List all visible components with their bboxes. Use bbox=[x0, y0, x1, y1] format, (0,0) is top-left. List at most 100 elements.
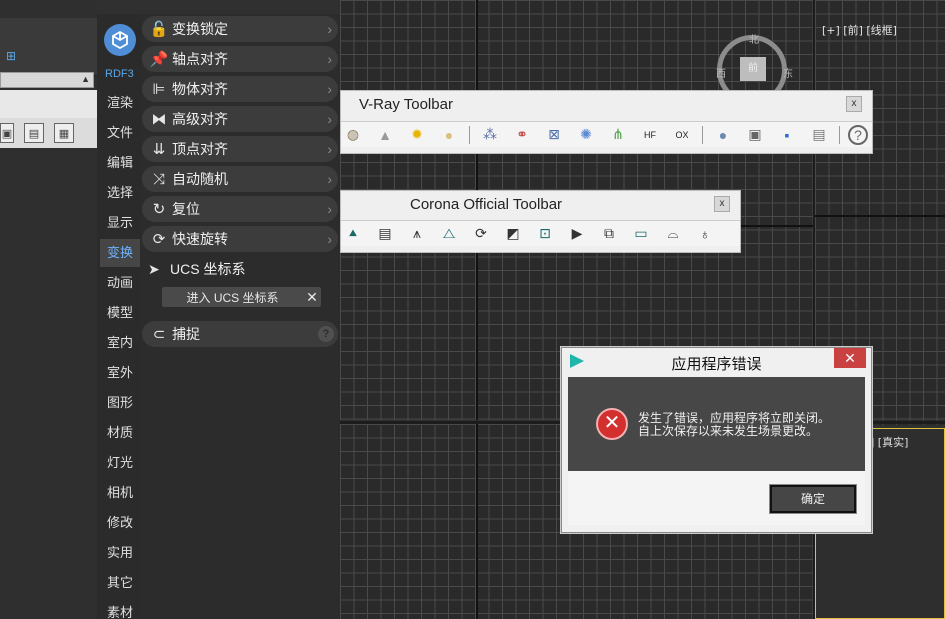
viewcube-face[interactable]: 前 bbox=[740, 57, 766, 81]
gear-flower-icon[interactable]: ✺ bbox=[574, 124, 598, 146]
plane-icon[interactable]: ⊠ bbox=[542, 124, 566, 146]
snap-menu-item[interactable]: ⊂ 捕捉 ? bbox=[142, 321, 338, 347]
category-item-model[interactable]: 模型 bbox=[100, 299, 140, 327]
category-item-transform[interactable]: 变换 bbox=[100, 239, 140, 267]
hair-icon[interactable]: HF bbox=[638, 124, 662, 146]
render-icon[interactable]: ▪ bbox=[775, 124, 799, 146]
enter-ucs-button[interactable]: 进入 UCS 坐标系 ✕ bbox=[162, 287, 321, 307]
render-seq-icon[interactable]: ▶ bbox=[565, 223, 589, 245]
cone-icon[interactable]: ▲ bbox=[373, 124, 397, 146]
vray-toolbar-icons: ◍ ▲ ✹ ● ⁂ ⚭ ⊠ ✺ ⋔ HF OX ● ▣ ▪ ▤? bbox=[341, 121, 872, 147]
dome-light-icon[interactable]: ● bbox=[437, 124, 461, 146]
submenu-item-quick-rotate[interactable]: ⟳ 快速旋转 › bbox=[142, 226, 338, 252]
category-item-select[interactable]: 选择 bbox=[100, 179, 140, 207]
ucs-title-label: UCS 坐标系 bbox=[170, 261, 246, 277]
pin-icon: 📌 bbox=[149, 51, 169, 68]
sun-icon[interactable]: ✹ bbox=[405, 124, 429, 146]
vertex-align-icon: ⇊ bbox=[152, 141, 166, 158]
interactive-icon[interactable]: ⊡ bbox=[533, 223, 557, 245]
lamp-icon[interactable]: ⌓ bbox=[661, 223, 685, 245]
chevron-right-icon: › bbox=[327, 141, 332, 157]
chevron-right-icon: › bbox=[327, 21, 332, 37]
category-item-assets[interactable]: 素材 bbox=[100, 599, 140, 619]
snap-label: 捕捉 bbox=[172, 326, 200, 342]
dropdown-arrow-icon[interactable]: ▲ bbox=[81, 74, 90, 84]
light-lister-icon[interactable]: ▣ bbox=[743, 124, 767, 146]
category-item-edit[interactable]: 编辑 bbox=[100, 149, 140, 177]
toolbar-separator bbox=[469, 125, 470, 144]
sphere-mesh-icon[interactable]: ◍ bbox=[341, 124, 365, 146]
chevron-right-icon: › bbox=[327, 111, 332, 127]
category-item-exterior[interactable]: 室外 bbox=[100, 359, 140, 387]
grid-table-icon[interactable]: ▦ bbox=[54, 123, 74, 143]
ok-button[interactable]: 确定 bbox=[769, 484, 857, 514]
submenu-item-pivot-align[interactable]: 📌 轴点对齐 › bbox=[142, 46, 338, 72]
toolbar-separator bbox=[839, 125, 840, 144]
viewport-front-label[interactable]: [+] [前] [线框] bbox=[822, 22, 897, 38]
grass-icon[interactable]: ⋔ bbox=[606, 124, 630, 146]
vray-toolbar-close-button[interactable]: x bbox=[846, 96, 862, 112]
submenu-item-advanced-align[interactable]: ⧓ 高级对齐 › bbox=[142, 106, 338, 132]
vfb-icon[interactable]: ▤ bbox=[807, 124, 831, 146]
left-panel-dropdown[interactable]: ▲ bbox=[0, 72, 94, 88]
tree-icon[interactable]: ⯅ bbox=[341, 223, 365, 245]
bulb-icon[interactable]: ♁ bbox=[693, 223, 717, 245]
category-item-utilities[interactable]: 实用 bbox=[100, 539, 140, 567]
viewcube-east: 东 bbox=[783, 69, 793, 80]
category-item-display[interactable]: 显示 bbox=[100, 209, 140, 237]
sphere-icon[interactable]: ● bbox=[711, 124, 735, 146]
submenu-item-label: 轴点对齐 bbox=[172, 51, 228, 67]
vray-toolbar[interactable]: V-Ray Toolbar x ◍ ▲ ✹ ● ⁂ ⚭ ⊠ ✺ ⋔ HF OX ● ▣ ▪ ▤? bbox=[340, 90, 873, 154]
render-frame-icon[interactable]: ▣ bbox=[0, 123, 14, 143]
category-item-animation[interactable]: 动画 bbox=[100, 269, 140, 297]
enter-ucs-label: 进入 UCS 坐标系 bbox=[186, 290, 279, 305]
category-item-file[interactable]: 文件 bbox=[100, 119, 140, 147]
ox-icon[interactable]: OX bbox=[670, 124, 694, 146]
category-item-lights[interactable]: 灯光 bbox=[100, 449, 140, 477]
close-icon[interactable]: ✕ bbox=[303, 289, 321, 306]
list-icon[interactable]: ▤ bbox=[24, 123, 44, 143]
table-icon[interactable]: ▤ bbox=[373, 223, 397, 245]
fur-icon[interactable]: ⁂ bbox=[478, 124, 502, 146]
submenu-item-transform-lock[interactable]: 🔓 变换锁定 › bbox=[142, 16, 338, 42]
corona-toolbar[interactable]: Corona Official Toolbar x ⯅ ▤ ⩚ ⧍ ⟳ ◩ ⊡ ▶ ⧉ ▭ ⌓ ♁ bbox=[340, 190, 741, 253]
category-item-other[interactable]: 其它 bbox=[100, 569, 140, 597]
dialog-titlebar[interactable]: 应用程序错误 ✕ bbox=[562, 348, 871, 376]
corona-toolbar-title[interactable]: Corona Official Toolbar bbox=[410, 196, 562, 213]
camera-icon[interactable]: ⧉ bbox=[597, 223, 621, 245]
molecule-icon[interactable]: ⚭ bbox=[510, 124, 534, 146]
lock-icon: 🔓 bbox=[149, 21, 169, 38]
viewport-perspective-label[interactable]: ] [真实] bbox=[870, 434, 908, 450]
help-icon[interactable]: ? bbox=[318, 326, 334, 342]
frame-icon[interactable]: ▭ bbox=[629, 223, 653, 245]
submenu-item-reset[interactable]: ↻ 复位 › bbox=[142, 196, 338, 222]
align-left-icon: ⊫ bbox=[152, 81, 166, 98]
magnet-icon: ⊂ bbox=[152, 326, 166, 343]
rdf-logo-icon[interactable] bbox=[104, 24, 136, 56]
ucs-section-title: ➤ UCS 坐标系 bbox=[142, 258, 338, 280]
ring-icon[interactable]: ⟳ bbox=[469, 223, 493, 245]
frame-tree-icon[interactable]: ⧍ bbox=[437, 223, 461, 245]
select-icon[interactable]: ⊞ bbox=[6, 49, 16, 63]
submenu-item-object-align[interactable]: ⊫ 物体对齐 › bbox=[142, 76, 338, 102]
pine-icon[interactable]: ⩚ bbox=[405, 223, 429, 245]
corona-toolbar-close-button[interactable]: x bbox=[714, 196, 730, 212]
dialog-body: ✕ 发生了错误，应用程序将立即关闭。 自上次保存以来未发生场景更改。 bbox=[568, 377, 865, 471]
chevron-right-icon: › bbox=[327, 201, 332, 217]
mirror-icon: ⧓ bbox=[151, 111, 167, 128]
help-icon[interactable]: ? bbox=[848, 124, 868, 145]
dialog-close-button[interactable]: ✕ bbox=[834, 348, 866, 368]
category-item-interior[interactable]: 室内 bbox=[100, 329, 140, 357]
chevron-right-icon: › bbox=[327, 81, 332, 97]
vray-toolbar-title[interactable]: V-Ray Toolbar bbox=[359, 96, 453, 113]
category-item-modify[interactable]: 修改 bbox=[100, 509, 140, 537]
material-icon[interactable]: ◩ bbox=[501, 223, 525, 245]
submenu-item-auto-random[interactable]: ⤨ 自动随机 › bbox=[142, 166, 338, 192]
category-item-material[interactable]: 材质 bbox=[100, 419, 140, 447]
category-item-camera[interactable]: 相机 bbox=[100, 479, 140, 507]
application-error-dialog: 应用程序错误 ✕ ✕ 发生了错误，应用程序将立即关闭。 自上次保存以来未发生场景… bbox=[561, 347, 872, 533]
submenu-item-vertex-align[interactable]: ⇊ 顶点对齐 › bbox=[142, 136, 338, 162]
category-item-render[interactable]: 渲染 bbox=[100, 89, 140, 117]
category-item-shapes[interactable]: 图形 bbox=[100, 389, 140, 417]
rotate-icon: ⟳ bbox=[152, 231, 166, 248]
